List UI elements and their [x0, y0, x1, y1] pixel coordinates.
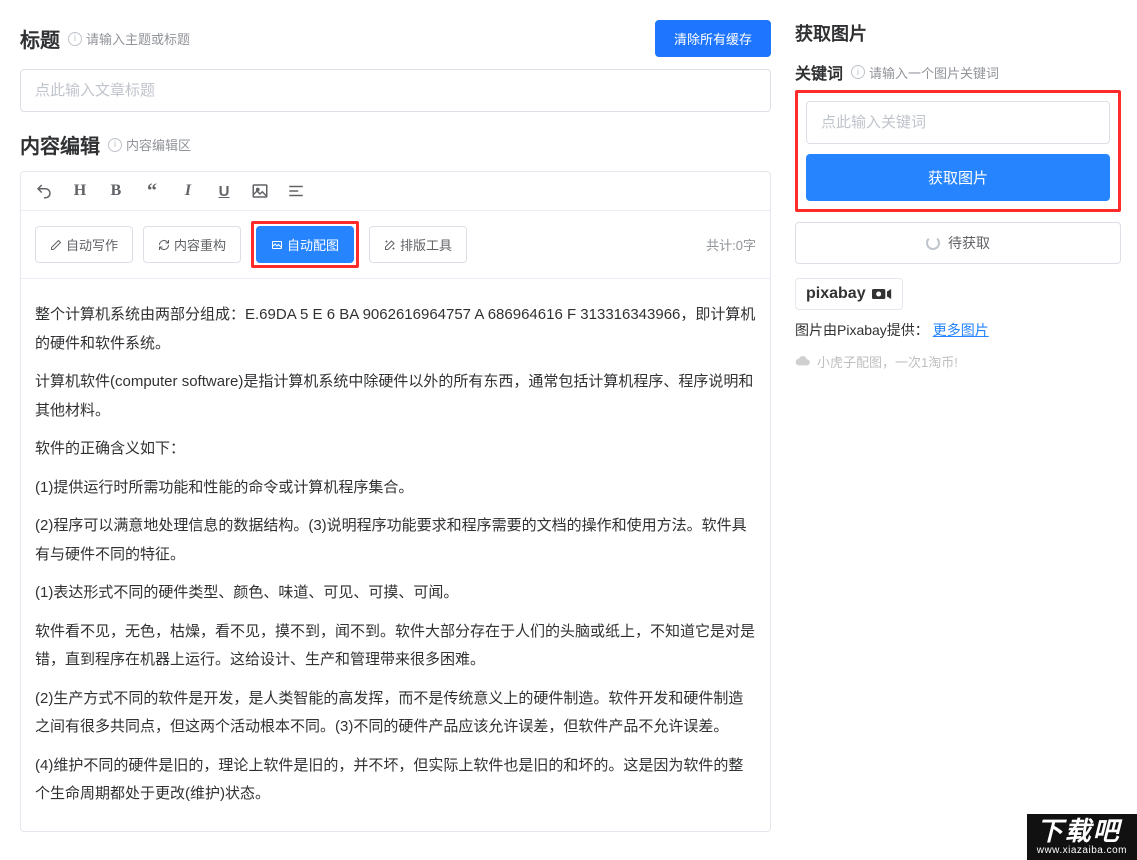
keyword-input[interactable] [806, 101, 1110, 144]
loading-icon [926, 236, 940, 250]
clear-cache-button[interactable]: 清除所有缓存 [655, 20, 771, 57]
pixabay-logo: pixabay [795, 278, 903, 310]
content-edit-label: 内容编辑 [20, 130, 100, 159]
get-image-title: 获取图片 [795, 20, 1121, 46]
keyword-hint: i 请输入一个图片关键词 [851, 63, 999, 82]
more-images-link[interactable]: 更多图片 [933, 322, 989, 338]
content-paragraph: 软件的正确含义如下： [35, 435, 756, 464]
underline-icon[interactable]: U [215, 182, 233, 200]
title-hint: i 请输入主题或标题 [68, 29, 190, 48]
format-toolbar: H B “ I U [21, 172, 770, 211]
watermark: 下载吧 www.xiazaiba.com [1027, 814, 1137, 860]
pencil-icon [50, 239, 62, 251]
title-label: 标题 [20, 24, 60, 53]
content-paragraph: 整个计算机系统由两部分组成：E.69DA 5 E 6 BA 9062616964… [35, 301, 756, 358]
content-hint: i 内容编辑区 [108, 135, 191, 154]
align-left-icon[interactable] [287, 182, 305, 200]
restructure-button[interactable]: 内容重构 [143, 226, 241, 263]
content-paragraph: (1)表达形式不同的硬件类型、颜色、味道、可见、可摸、可闻。 [35, 579, 756, 608]
info-icon: i [108, 138, 122, 152]
title-hint-text: 请输入主题或标题 [86, 29, 190, 48]
keyword-label: 关键词 [795, 60, 843, 84]
picture-icon [271, 239, 283, 251]
auto-write-button[interactable]: 自动写作 [35, 226, 133, 263]
editor-body[interactable]: 整个计算机系统由两部分组成：E.69DA 5 E 6 BA 9062616964… [21, 279, 770, 831]
content-paragraph: (2)程序可以满意地处理信息的数据结构。(3)说明程序功能要求和程序需要的文档的… [35, 512, 756, 569]
quote-icon[interactable]: “ [143, 182, 161, 200]
pending-status: 待获取 [795, 222, 1121, 264]
italic-icon[interactable]: I [179, 182, 197, 200]
info-icon: i [68, 32, 82, 46]
sidebar: 获取图片 关键词 i 请输入一个图片关键词 获取图片 待获取 pixabay [787, 0, 1137, 832]
article-title-input[interactable] [20, 69, 771, 112]
info-icon: i [851, 65, 865, 79]
get-image-button[interactable]: 获取图片 [806, 154, 1110, 201]
content-paragraph: (2)生产方式不同的软件是开发，是人类智能的高发挥，而不是传统意义上的硬件制造。… [35, 685, 756, 742]
word-count: 共计:0字 [706, 235, 756, 254]
auto-image-button[interactable]: 自动配图 [256, 226, 354, 263]
camera-icon [872, 287, 892, 301]
editor-panel: H B “ I U 自动写作 内容重构 [20, 171, 771, 832]
title-section-header: 标题 i 请输入主题或标题 清除所有缓存 [20, 20, 771, 57]
content-paragraph: 计算机软件(computer software)是指计算机系统中除硬件以外的所有… [35, 368, 756, 425]
content-paragraph: 软件看不见，无色，枯燥，看不见，摸不到，闻不到。软件大部分存在于人们的头脑或纸上… [35, 618, 756, 675]
refresh-icon [158, 239, 170, 251]
cloud-icon [795, 356, 811, 368]
content-paragraph: (4)维护不同的硬件是旧的，理论上软件是旧的，并不坏，但实际上软件也是旧的和坏的… [35, 752, 756, 809]
main-column: 标题 i 请输入主题或标题 清除所有缓存 内容编辑 i 内容编辑区 [0, 0, 787, 832]
image-icon[interactable] [251, 182, 269, 200]
provider-line: 图片由Pixabay提供： 更多图片 [795, 320, 1121, 340]
wand-icon [384, 239, 396, 251]
footer-hint: 小虎子配图，一次1淘币! [795, 352, 1121, 371]
keyword-hint-text: 请输入一个图片关键词 [869, 63, 999, 82]
action-toolbar: 自动写作 内容重构 自动配图 排版工具 [21, 211, 770, 279]
undo-icon[interactable] [35, 182, 53, 200]
content-paragraph: (1)提供运行时所需功能和性能的命令或计算机程序集合。 [35, 474, 756, 503]
bold-icon[interactable]: B [107, 182, 125, 200]
keyword-highlight-box: 获取图片 [795, 90, 1121, 212]
auto-image-highlight: 自动配图 [251, 221, 359, 268]
layout-tool-button[interactable]: 排版工具 [369, 226, 467, 263]
heading-icon[interactable]: H [71, 182, 89, 200]
content-hint-text: 内容编辑区 [126, 135, 191, 154]
